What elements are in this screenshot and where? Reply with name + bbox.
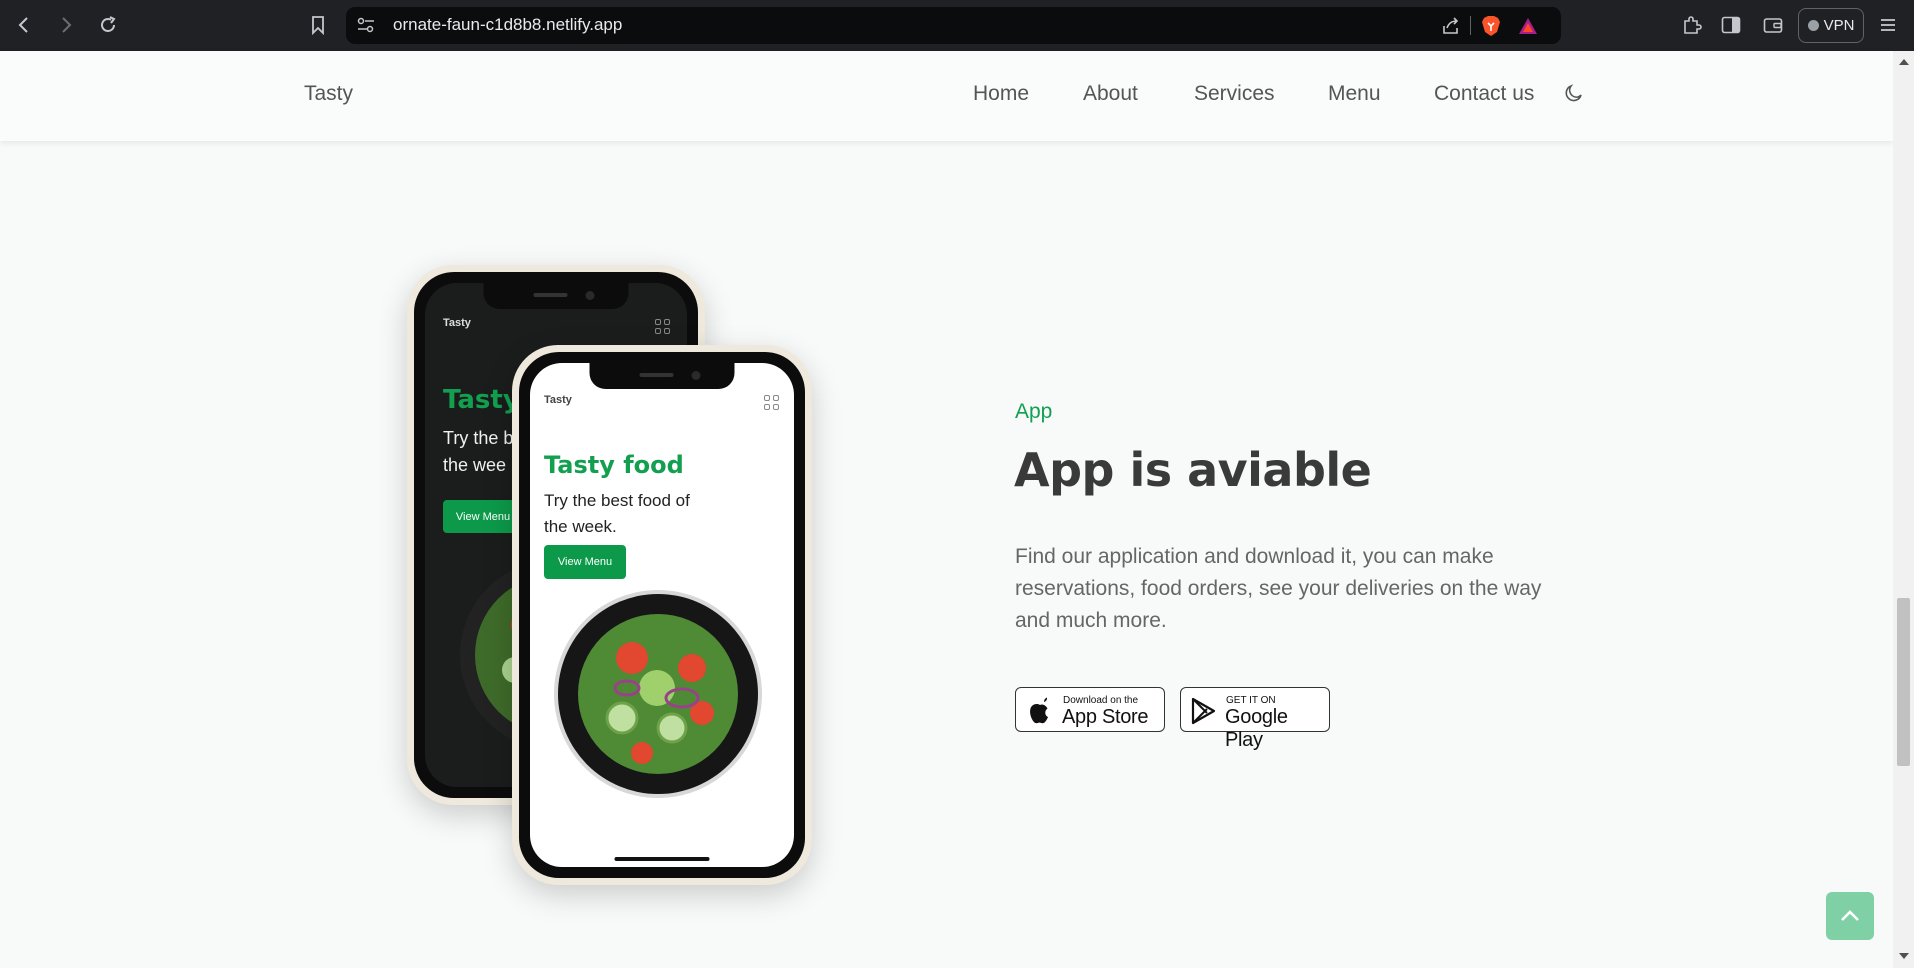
app-mockup-image: Tasty Tasty Try the b the wee View Menu (372, 250, 848, 930)
section-title: App is aviable (1014, 443, 1372, 497)
url-text[interactable]: ornate-faun-c1d8b8.netlify.app (393, 15, 622, 35)
home-indicator (614, 857, 710, 861)
light-phone-view-menu: View Menu (544, 545, 626, 579)
nav-menu[interactable]: Menu (1328, 82, 1381, 106)
vpn-button[interactable]: VPN (1798, 8, 1864, 43)
reload-icon[interactable] (96, 13, 120, 37)
light-phone-subtitle-1: Try the best food of (544, 491, 690, 510)
nav-contact[interactable]: Contact us (1434, 82, 1534, 106)
dark-phone-subtitle-2: the wee (443, 455, 507, 475)
scroll-to-top-button[interactable] (1826, 892, 1874, 940)
nav-services[interactable]: Services (1194, 82, 1275, 106)
grid-icon (655, 319, 670, 334)
apple-icon (1030, 697, 1048, 724)
scroll-up-arrow[interactable] (1899, 59, 1909, 65)
moon-icon[interactable] (1564, 83, 1584, 107)
light-phone-logo: Tasty (544, 394, 572, 406)
site-header: Tasty Home About Services Menu Contact u… (0, 51, 1893, 141)
bookmark-icon[interactable] (306, 13, 330, 37)
google-play-small: GET IT ON (1226, 695, 1276, 706)
google-play-icon (1191, 697, 1216, 725)
grid-icon (764, 395, 779, 410)
dark-phone-title: Tasty (443, 385, 520, 415)
scroll-down-arrow[interactable] (1899, 953, 1909, 959)
google-play-big: Google Play (1225, 706, 1288, 751)
menu-icon[interactable] (1876, 13, 1900, 37)
dark-phone-logo: Tasty (443, 317, 471, 329)
sidebar-icon[interactable] (1719, 13, 1743, 37)
dark-phone-subtitle-1: Try the b (443, 428, 514, 448)
google-play-button[interactable]: GET IT ON Google Play (1180, 687, 1330, 751)
app-store-big: App Store (1062, 706, 1149, 728)
nav-home[interactable]: Home (973, 82, 1029, 106)
chevron-up-icon (1841, 910, 1859, 921)
vpn-label: VPN (1823, 17, 1855, 34)
page-scrollbar[interactable] (1893, 51, 1914, 968)
app-store-button[interactable]: Download on the App Store (1015, 687, 1165, 732)
vpn-status-icon (1807, 20, 1819, 31)
dark-phone-view-menu: View Menu (443, 500, 523, 533)
light-phone-subtitle-2: the week. (544, 517, 617, 536)
extensions-icon[interactable] (1680, 13, 1704, 37)
section-description: Find our application and download it, yo… (1015, 545, 1542, 632)
nav-about[interactable]: About (1083, 82, 1138, 106)
site-logo[interactable]: Tasty (304, 82, 353, 106)
section-label: App (1015, 400, 1053, 423)
browser-toolbar: ornate-faun-c1d8b8.netlify.app VPN (0, 0, 1914, 51)
light-phone-mockup: Tasty Tasty food Try the best food of th… (512, 345, 812, 885)
share-icon[interactable] (1440, 15, 1462, 37)
app-store-small: Download on the (1063, 695, 1139, 706)
scroll-thumb[interactable] (1897, 598, 1910, 766)
light-phone-title: Tasty food (544, 451, 684, 479)
salad-bowl-icon (554, 590, 762, 798)
forward-icon[interactable] (54, 13, 78, 37)
brave-shields-icon[interactable] (1480, 14, 1502, 37)
back-icon[interactable] (12, 13, 36, 37)
wallet-icon[interactable] (1761, 13, 1785, 37)
brave-rewards-icon[interactable] (1516, 14, 1540, 37)
address-bar[interactable]: ornate-faun-c1d8b8.netlify.app (346, 7, 1561, 44)
site-settings-icon[interactable] (356, 15, 376, 35)
